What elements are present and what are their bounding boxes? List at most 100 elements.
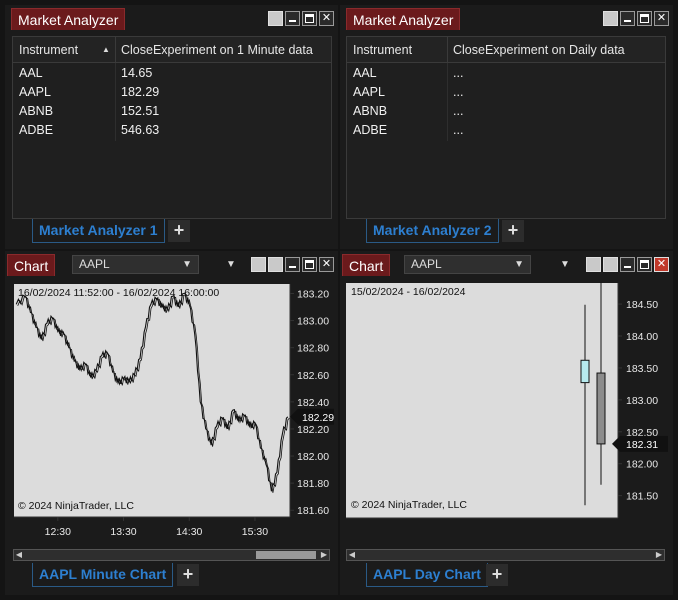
column-header-value[interactable]: CloseExperiment on 1 Minute data (121, 37, 313, 63)
chevron-down-icon: ▼ (514, 259, 524, 270)
maximize-button[interactable] (302, 11, 317, 26)
maximize-button[interactable] (302, 257, 317, 272)
minimize-icon (621, 12, 634, 25)
close-icon: ✕ (656, 12, 667, 24)
close-icon: ✕ (321, 258, 332, 270)
close-button[interactable]: ✕ (654, 11, 669, 26)
y-tick-label: 183.00 (626, 395, 658, 407)
table-row[interactable]: ABNB 152.51 (13, 102, 331, 121)
analyzer-grid[interactable]: Instrument CloseExperiment on Daily data… (346, 36, 666, 219)
scroll-left-icon[interactable]: ◀ (14, 550, 24, 560)
minimize-button[interactable] (285, 257, 300, 272)
instrument-selector[interactable]: AAPL ▼ (72, 255, 199, 274)
instrument-selector[interactable]: AAPL ▼ (404, 255, 531, 274)
value-cell: ... (453, 104, 464, 118)
tab-bar: Market Analyzer 2 + (340, 219, 673, 247)
window-title: Chart (7, 254, 56, 276)
table-row[interactable]: ADBE 546.63 (13, 121, 331, 140)
candle-body (596, 372, 606, 445)
last-price-label: 182.31 (626, 439, 658, 451)
add-tab-button[interactable]: + (486, 564, 508, 586)
x-tick-label: 12:30 (45, 526, 71, 538)
window-title: Market Analyzer (346, 8, 461, 30)
chart-toolbar[interactable]: Chart AAPL ▼ ▼ ✕ (5, 251, 338, 277)
column-header-instrument[interactable]: Instrument (19, 37, 78, 63)
dropdown-arrow-icon[interactable]: ▼ (226, 255, 236, 274)
instrument-selector-value: AAPL (411, 257, 442, 271)
dropdown-arrow-icon[interactable]: ▼ (560, 255, 570, 274)
tab-bar: Market Analyzer 1 + (5, 219, 338, 247)
instrument-cell: AAPL (19, 85, 51, 99)
analyzer-grid[interactable]: Instrument ▲ CloseExperiment on 1 Minute… (12, 36, 332, 219)
instrument-cell: AAPL (353, 85, 385, 99)
window-controls: ✕ (251, 257, 334, 272)
y-tick-label: 184.00 (626, 331, 658, 343)
window-controls: ✕ (586, 257, 669, 272)
table-row[interactable]: AAL... (347, 64, 665, 83)
tab-market-analyzer-1[interactable]: Market Analyzer 1 (32, 219, 165, 243)
close-button[interactable]: ✕ (654, 257, 669, 272)
close-button[interactable]: ✕ (319, 11, 334, 26)
y-tick-label: 182.00 (297, 451, 329, 463)
minimize-button[interactable] (620, 11, 635, 26)
minimize-icon (286, 258, 299, 271)
market-analyzer-2-titlebar[interactable]: Market Analyzer ✕ (340, 5, 673, 30)
table-row[interactable]: ADBE... (347, 121, 665, 140)
chevron-down-icon: ▼ (182, 259, 192, 270)
tab-aapl-day-chart[interactable]: AAPL Day Chart (366, 563, 488, 587)
column-header-instrument[interactable]: Instrument (353, 37, 412, 63)
add-tab-button[interactable]: + (502, 220, 524, 242)
maximize-button[interactable] (637, 257, 652, 272)
scroll-right-icon[interactable]: ▶ (654, 550, 664, 560)
minimize-button[interactable] (285, 11, 300, 26)
y-tick-label: 181.50 (626, 491, 658, 503)
tab-aapl-minute-chart[interactable]: AAPL Minute Chart (32, 563, 174, 587)
instrument-cell: AAL (19, 66, 43, 80)
sort-ascending-icon[interactable]: ▲ (102, 37, 110, 63)
tab-market-analyzer-2[interactable]: Market Analyzer 2 (366, 219, 499, 243)
column-separator[interactable] (447, 37, 448, 62)
minimize-icon (621, 258, 634, 271)
maximize-icon (638, 12, 651, 25)
instrument-cell: ADBE (19, 123, 54, 137)
minute-price-chart[interactable]: 16/02/2024 11:52:00 - 16/02/2024 16:00:0… (9, 280, 334, 550)
chart-window-minute: Chart AAPL ▼ ▼ ✕ 16/02/2024 11:52:00 - 1… (5, 251, 338, 595)
grid-header: Instrument CloseExperiment on Daily data (347, 37, 665, 63)
add-tab-button[interactable]: + (168, 220, 190, 242)
scroll-right-icon[interactable]: ▶ (319, 550, 329, 560)
window-title: Market Analyzer (11, 8, 126, 30)
instrument-cell: AAL (353, 66, 377, 80)
daily-price-chart[interactable]: 15/02/2024 - 16/02/2024 © 2024 NinjaTrade… (342, 279, 669, 549)
value-cell: ... (453, 123, 464, 137)
window-option-button[interactable] (603, 257, 618, 272)
window-controls: ✕ (268, 11, 334, 26)
close-button[interactable]: ✕ (319, 257, 334, 272)
window-option-button[interactable] (268, 11, 283, 26)
table-row[interactable]: AAL 14.65 (13, 64, 331, 83)
column-header-value[interactable]: CloseExperiment on Daily data (453, 37, 625, 63)
market-analyzer-1-titlebar[interactable]: Market Analyzer ✕ (5, 5, 338, 30)
table-row[interactable]: AAPL... (347, 83, 665, 102)
y-tick-label: 183.50 (626, 363, 658, 375)
chart-horizontal-scrollbar[interactable]: ◀ ▶ (346, 549, 665, 561)
window-option-button[interactable] (603, 11, 618, 26)
scroll-left-icon[interactable]: ◀ (347, 550, 357, 560)
chart-toolbar[interactable]: Chart AAPL ▼ ▼ ✕ (340, 251, 673, 277)
value-cell: 546.63 (121, 123, 160, 137)
plot-background (14, 284, 290, 517)
add-tab-button[interactable]: + (177, 564, 199, 586)
window-option-button[interactable] (586, 257, 601, 272)
grid-header: Instrument ▲ CloseExperiment on 1 Minute… (13, 37, 331, 63)
scrollbar-thumb[interactable] (256, 551, 316, 559)
minimize-button[interactable] (620, 257, 635, 272)
column-separator[interactable] (115, 37, 116, 62)
window-option-button[interactable] (268, 257, 283, 272)
table-row[interactable]: ABNB... (347, 102, 665, 121)
window-option-button[interactable] (251, 257, 266, 272)
value-cell: 152.51 (121, 104, 160, 118)
market-analyzer-2-window: Market Analyzer ✕ Instrument CloseExperi… (340, 5, 673, 249)
maximize-button[interactable] (637, 11, 652, 26)
chart-horizontal-scrollbar[interactable]: ◀ ▶ (13, 549, 330, 561)
table-row[interactable]: AAPL 182.29 (13, 83, 331, 102)
instrument-selector-value: AAPL (79, 257, 110, 271)
